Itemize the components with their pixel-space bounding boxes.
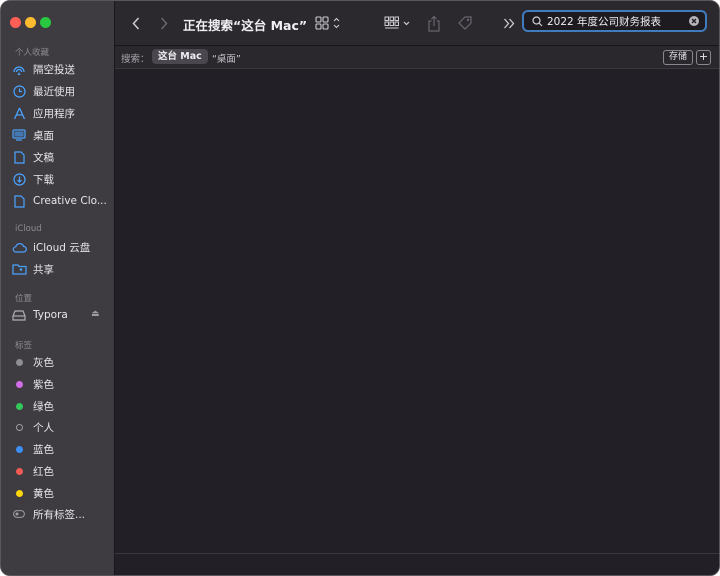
applications-icon [11, 105, 27, 121]
section-title-locations: 位置 [15, 294, 33, 304]
search-results-area[interactable] [115, 69, 719, 553]
sidebar-item-applications[interactable]: 应用程序 [11, 103, 109, 123]
file-icon [11, 193, 27, 209]
search-field[interactable]: 2022 年度公司财务报表 [522, 10, 707, 32]
sidebar: 个人收藏 隔空投送 最近使用 应用程序 桌面 文稿 下载 Creative Cl… [1, 1, 115, 575]
group-button[interactable] [382, 14, 414, 32]
sidebar-tag-gray[interactable]: 灰色 [11, 352, 109, 372]
forward-button[interactable] [157, 14, 171, 32]
search-input[interactable]: 2022 年度公司财务报表 [547, 14, 661, 29]
sidebar-item-label: Creative Clo... [33, 195, 107, 207]
sidebar-item-shared[interactable]: 共享 [11, 259, 109, 279]
scope-this-mac-button[interactable]: 这台 Mac [152, 49, 208, 64]
status-bar [115, 553, 719, 575]
desktop-icon [11, 127, 27, 143]
sidebar-item-label: 灰色 [33, 356, 54, 369]
tag-dot-icon [11, 376, 27, 392]
tag-dot-icon [11, 398, 27, 414]
tag-dot-icon [11, 354, 27, 370]
sidebar-tag-personal[interactable]: 个人 [11, 417, 109, 437]
scope-desktop-button[interactable]: “桌面” [212, 51, 241, 65]
sidebar-item-label: 隔空投送 [33, 63, 75, 76]
add-criteria-button[interactable]: + [696, 50, 711, 65]
more-toolbar-button[interactable] [502, 15, 516, 31]
toolbar: 正在搜索“这台 Mac” 2022 年度公司财务报表 [115, 1, 719, 46]
tag-button[interactable] [456, 14, 474, 32]
sidebar-item-label: 红色 [33, 465, 54, 478]
sidebar-item-icloud-drive[interactable]: iCloud 云盘 [11, 237, 109, 257]
sidebar-tag-yellow[interactable]: 黄色 [11, 483, 109, 503]
view-mode-button[interactable] [313, 14, 343, 32]
sidebar-item-label: 文稿 [33, 151, 54, 164]
sidebar-item-label: 应用程序 [33, 107, 75, 120]
shared-folder-icon [11, 261, 27, 277]
window-title: 正在搜索“这台 Mac” [183, 18, 308, 33]
sidebar-item-desktop[interactable]: 桌面 [11, 125, 109, 145]
download-icon [11, 171, 27, 187]
all-tags-icon [11, 506, 27, 522]
eject-icon[interactable]: ⏏ [91, 309, 100, 319]
double-chevron-right-icon [504, 18, 515, 28]
section-title-favorites: 个人收藏 [15, 48, 50, 58]
sidebar-item-label: iCloud 云盘 [33, 241, 91, 254]
clock-icon [11, 83, 27, 99]
back-button[interactable] [129, 14, 143, 32]
sidebar-item-airdrop[interactable]: 隔空投送 [11, 59, 109, 79]
sidebar-item-label: 桌面 [33, 129, 54, 142]
sidebar-tag-red[interactable]: 红色 [11, 461, 109, 481]
chevron-left-icon [132, 16, 140, 30]
tag-dot-icon [11, 485, 27, 501]
sidebar-item-label: 个人 [33, 421, 54, 434]
share-icon [428, 15, 440, 32]
drive-icon [11, 307, 27, 323]
sidebar-tag-purple[interactable]: 紫色 [11, 374, 109, 394]
search-icon [532, 15, 543, 27]
scope-label: 搜索： [121, 54, 150, 65]
finder-window: 个人收藏 隔空投送 最近使用 应用程序 桌面 文稿 下载 Creative Cl… [0, 0, 720, 576]
sidebar-item-creative-cloud[interactable]: Creative Clo... [11, 191, 109, 211]
zoom-window-button[interactable] [40, 17, 51, 28]
close-window-button[interactable] [10, 17, 21, 28]
minimize-window-button[interactable] [25, 17, 36, 28]
sidebar-item-downloads[interactable]: 下载 [11, 169, 109, 189]
sidebar-all-tags[interactable]: 所有标签... [11, 504, 109, 524]
sidebar-item-recents[interactable]: 最近使用 [11, 81, 109, 101]
grid-view-icon [315, 16, 340, 30]
sidebar-item-label: 所有标签... [33, 508, 86, 521]
sidebar-item-label: 最近使用 [33, 85, 75, 98]
tag-dot-icon [11, 463, 27, 479]
chevron-right-icon [160, 16, 168, 30]
clear-icon [689, 16, 699, 26]
sidebar-tag-green[interactable]: 绿色 [11, 396, 109, 416]
sidebar-item-label: 共享 [33, 263, 54, 276]
sidebar-item-label: 紫色 [33, 378, 54, 391]
tag-icon [458, 16, 472, 30]
airdrop-icon [11, 61, 27, 77]
tag-dot-icon [11, 441, 27, 457]
sidebar-item-label: 下载 [33, 173, 54, 186]
sidebar-item-documents[interactable]: 文稿 [11, 147, 109, 167]
save-search-button[interactable]: 存储 [662, 50, 693, 65]
search-scope-bar: 搜索： 这台 Mac “桌面” 存储 + [115, 46, 719, 69]
share-button[interactable] [426, 13, 442, 33]
tag-dot-icon [11, 419, 27, 435]
section-title-tags: 标签 [15, 341, 33, 351]
group-icon [384, 16, 410, 29]
document-icon [11, 149, 27, 165]
cloud-icon [11, 239, 27, 255]
sidebar-item-label: 黄色 [33, 487, 54, 500]
sidebar-item-label: 蓝色 [33, 443, 54, 456]
section-title-icloud: iCloud [15, 224, 42, 234]
clear-search-button[interactable] [689, 16, 699, 26]
sidebar-item-label: 绿色 [33, 400, 54, 413]
sidebar-item-label: Typora [33, 309, 68, 321]
sidebar-tag-blue[interactable]: 蓝色 [11, 439, 109, 459]
